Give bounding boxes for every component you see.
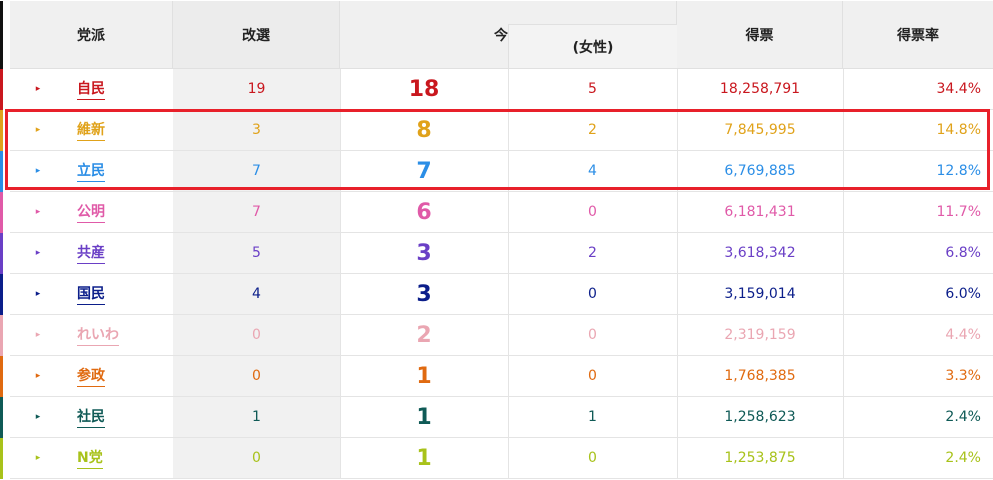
female-seats: 0 bbox=[588, 450, 597, 466]
party-color-bar bbox=[0, 192, 3, 233]
table-row[interactable]: ▸ 共産 5 3 2 3,618,342 6.8% bbox=[0, 233, 993, 274]
vote-count: 1,768,385 bbox=[724, 368, 796, 384]
header-left-bar bbox=[0, 1, 3, 69]
party-color-bar bbox=[0, 274, 3, 315]
table-row[interactable]: ▸ 国民 4 3 0 3,159,014 6.0% bbox=[0, 274, 993, 315]
expand-arrow-icon[interactable]: ▸ bbox=[28, 356, 48, 396]
vote-count: 1,253,875 bbox=[724, 450, 796, 466]
vote-count: 1,258,623 bbox=[724, 409, 796, 425]
table-row[interactable]: ▸ れいわ 0 2 0 2,319,159 4.4% bbox=[0, 315, 993, 356]
header-votes: 得票 bbox=[677, 1, 843, 68]
konkai-seats: 1 bbox=[416, 363, 432, 389]
vote-rate: 4.4% bbox=[945, 327, 981, 343]
konkai-seats: 3 bbox=[416, 240, 432, 266]
konkai-seats: 2 bbox=[416, 322, 432, 348]
kaisen-seats: 0 bbox=[173, 438, 340, 478]
party-name[interactable]: 国民 bbox=[60, 274, 173, 314]
party-link[interactable]: 自民 bbox=[77, 78, 105, 100]
female-seats: 2 bbox=[588, 245, 597, 261]
female-seats: 0 bbox=[588, 368, 597, 384]
header-kaisen: 改選 bbox=[173, 1, 340, 68]
party-name[interactable]: れいわ bbox=[60, 315, 173, 355]
party-link[interactable]: 参政 bbox=[77, 365, 105, 387]
party-color-bar bbox=[0, 356, 3, 397]
party-link[interactable]: N党 bbox=[77, 447, 103, 469]
party-name[interactable]: 公明 bbox=[60, 192, 173, 232]
expand-arrow-icon[interactable]: ▸ bbox=[28, 192, 48, 232]
party-link[interactable]: 共産 bbox=[77, 242, 105, 264]
party-color-bar bbox=[0, 315, 3, 356]
vote-count: 3,618,342 bbox=[724, 245, 796, 261]
vote-count: 2,319,159 bbox=[724, 327, 796, 343]
kaisen-seats: 1 bbox=[173, 397, 340, 437]
expand-arrow-icon[interactable]: ▸ bbox=[28, 274, 48, 314]
konkai-seats: 1 bbox=[416, 445, 432, 471]
table-row[interactable]: ▸ 社民 1 1 1 1,258,623 2.4% bbox=[0, 397, 993, 438]
header-party: 党派 bbox=[10, 1, 173, 68]
highlight-box bbox=[5, 109, 990, 190]
vote-count: 18,258,791 bbox=[719, 81, 801, 97]
vote-count: 3,159,014 bbox=[724, 286, 796, 302]
female-seats: 0 bbox=[588, 286, 597, 302]
party-name[interactable]: 自民 bbox=[60, 69, 173, 109]
kaisen-seats: 0 bbox=[173, 315, 340, 355]
expand-arrow-icon[interactable]: ▸ bbox=[28, 438, 48, 478]
party-link[interactable]: 公明 bbox=[77, 201, 105, 223]
expand-arrow-icon[interactable]: ▸ bbox=[28, 315, 48, 355]
table-row[interactable]: ▸ 公明 7 6 0 6,181,431 11.7% bbox=[0, 192, 993, 233]
party-color-bar bbox=[0, 438, 3, 479]
party-link[interactable]: 国民 bbox=[77, 283, 105, 305]
table-row[interactable]: ▸ N党 0 1 0 1,253,875 2.4% bbox=[0, 438, 993, 479]
party-color-bar bbox=[0, 397, 3, 438]
female-seats: 5 bbox=[588, 81, 597, 97]
header-female: (女性) bbox=[508, 24, 677, 68]
vote-rate: 6.8% bbox=[945, 245, 981, 261]
konkai-seats: 3 bbox=[416, 281, 432, 307]
vote-rate: 6.0% bbox=[945, 286, 981, 302]
party-link[interactable]: 社民 bbox=[77, 406, 105, 428]
expand-arrow-icon[interactable]: ▸ bbox=[28, 69, 48, 109]
party-color-bar bbox=[0, 151, 3, 192]
party-name[interactable]: 共産 bbox=[60, 233, 173, 273]
kaisen-seats: 4 bbox=[173, 274, 340, 314]
vote-count: 6,181,431 bbox=[724, 204, 796, 220]
party-name[interactable]: N党 bbox=[60, 438, 173, 478]
vote-rate: 34.4% bbox=[936, 81, 981, 97]
vote-rate: 3.3% bbox=[945, 368, 981, 384]
party-color-bar bbox=[0, 69, 3, 110]
party-link[interactable]: れいわ bbox=[77, 324, 119, 346]
header-rate: 得票率 bbox=[897, 27, 939, 44]
female-seats: 1 bbox=[588, 409, 597, 425]
party-color-bar bbox=[0, 110, 3, 151]
female-seats: 0 bbox=[588, 204, 597, 220]
kaisen-seats: 19 bbox=[173, 69, 340, 109]
konkai-seats: 6 bbox=[416, 199, 432, 225]
party-color-bar bbox=[0, 233, 3, 274]
election-results-table: 党派 改選 今回 (女性) 得票 得票率 ▸ 自民 19 18 5 18,258,791 3… bbox=[0, 1, 993, 479]
expand-arrow-icon[interactable]: ▸ bbox=[28, 397, 48, 437]
kaisen-seats: 7 bbox=[173, 192, 340, 232]
party-name[interactable]: 参政 bbox=[60, 356, 173, 396]
kaisen-seats: 5 bbox=[173, 233, 340, 273]
vote-rate: 11.7% bbox=[936, 204, 981, 220]
vote-rate: 2.4% bbox=[945, 450, 981, 466]
table-row[interactable]: ▸ 参政 0 1 0 1,768,385 3.3% bbox=[0, 356, 993, 397]
table-row[interactable]: ▸ 自民 19 18 5 18,258,791 34.4% bbox=[0, 69, 993, 110]
kaisen-seats: 0 bbox=[173, 356, 340, 396]
konkai-seats: 1 bbox=[416, 404, 432, 430]
female-seats: 0 bbox=[588, 327, 597, 343]
table-header: 党派 改選 今回 (女性) 得票 得票率 bbox=[0, 1, 993, 69]
expand-arrow-icon[interactable]: ▸ bbox=[28, 233, 48, 273]
vote-rate: 2.4% bbox=[945, 409, 981, 425]
party-name[interactable]: 社民 bbox=[60, 397, 173, 437]
konkai-seats: 18 bbox=[408, 76, 440, 102]
